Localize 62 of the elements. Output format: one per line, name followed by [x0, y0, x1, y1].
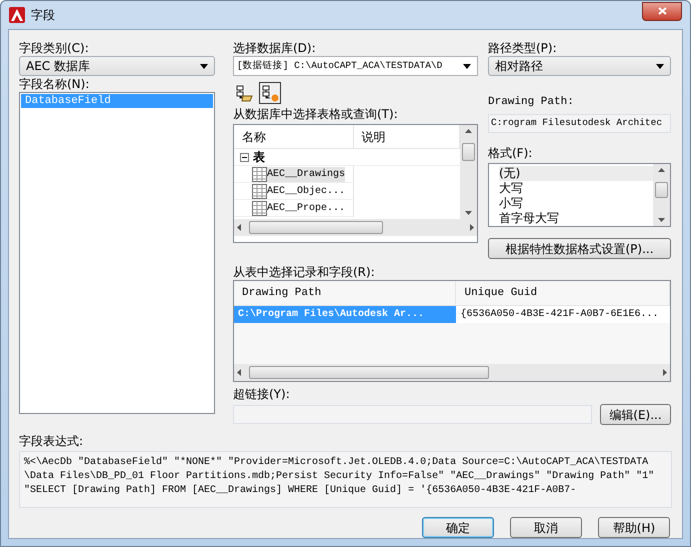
scroll-right-icon[interactable]	[470, 224, 474, 231]
scroll-thumb[interactable]	[249, 221, 383, 234]
scroll-up-icon[interactable]	[465, 129, 472, 133]
scroll-down-icon[interactable]	[465, 211, 472, 215]
caret-icon	[200, 64, 208, 68]
list-item[interactable]: 首字母大写	[499, 211, 653, 226]
format-label: 格式(F):	[488, 145, 534, 161]
scroll-left-icon[interactable]	[237, 369, 241, 376]
scroll-up-icon[interactable]	[658, 168, 665, 172]
caret-icon	[656, 64, 664, 68]
column-header[interactable]: Drawing Path	[234, 281, 456, 305]
new-link-button[interactable]	[259, 82, 281, 104]
tables-label: 从数据库中选择表格或查询(T):	[233, 106, 399, 122]
expression-label: 字段表达式:	[19, 433, 84, 449]
window-title: 字段	[31, 7, 55, 24]
expression-text: %<\AecDb "DatabaseField" "*NONE*" "Provider=Microsoft.Jet.OLEDB.4.0;Data Source=C:\AutoCAPT_ACA\TESTDATA \Data Files\DB_PD_01 Floor Partitions.mdb;Persist Security Info=False" "AEC__Drawings" "Drawing Path" "1" "SELECT [Drawing Path] FROM [AEC__Drawings] WHERE [Unique Guid] = '{6536A050-4B3E-421F-A0B7-	[19, 451, 672, 508]
close-icon	[658, 7, 666, 15]
format-settings-button[interactable]: 根据特性数据格式设置(P)...	[488, 238, 671, 259]
close-button[interactable]	[642, 2, 682, 20]
app-logo-icon	[9, 7, 25, 23]
edit-button[interactable]: 编辑(E)...	[600, 404, 671, 425]
collapse-icon[interactable]	[240, 152, 249, 162]
scroll-right-icon[interactable]	[663, 369, 667, 376]
tree-item[interactable]: AEC__Prope...	[252, 200, 346, 216]
drawing-path-label: Drawing Path:	[488, 95, 575, 110]
table-icon	[252, 166, 267, 182]
table-icon	[252, 184, 267, 198]
scroll-thumb[interactable]	[655, 182, 668, 198]
hyperlink-label: 超链接(Y):	[233, 386, 291, 402]
horizontal-scrollbar[interactable]	[234, 219, 477, 236]
list-item[interactable]: 大写	[499, 181, 653, 196]
path-type-label: 路径类型(P):	[488, 40, 558, 56]
vertical-scrollbar[interactable]	[460, 125, 477, 219]
scroll-down-icon[interactable]	[658, 218, 665, 222]
hyperlink-field[interactable]	[233, 405, 592, 424]
database-icon	[235, 84, 253, 102]
database-icon	[261, 84, 279, 102]
help-button[interactable]: 帮助(H)	[598, 517, 670, 538]
column-header[interactable]: Unique Guid	[456, 281, 670, 305]
drawing-path-field[interactable]: C:rogram Filesutodesk Architec	[488, 114, 671, 133]
scroll-left-icon[interactable]	[237, 224, 241, 231]
ok-button[interactable]: 确定	[422, 517, 494, 538]
path-type-dropdown[interactable]: 相对路径	[488, 56, 671, 76]
tree-item[interactable]: AEC__Objec...	[252, 184, 346, 198]
column-header[interactable]: 名称	[234, 125, 354, 149]
database-label: 选择数据库(D):	[233, 40, 317, 56]
scroll-thumb[interactable]	[462, 143, 476, 161]
field-category-dropdown[interactable]: AEC 数据库	[19, 56, 215, 76]
tree-item[interactable]: AEC__Drawings	[252, 166, 346, 182]
database-dropdown[interactable]: [数据链接] C:\AutoCAPT_ACA\TESTDATA\D	[233, 56, 478, 76]
vertical-scrollbar[interactable]	[653, 164, 670, 226]
field-name-label: 字段名称(N):	[19, 76, 90, 92]
table-icon	[252, 200, 267, 216]
horizontal-scrollbar[interactable]	[234, 364, 670, 381]
caret-icon	[463, 64, 471, 68]
tree-group-label[interactable]: 表	[253, 148, 265, 166]
cancel-button[interactable]: 取消	[510, 517, 582, 538]
records-label: 从表中选择记录和字段(R):	[233, 264, 376, 280]
list-item[interactable]: (无)	[499, 166, 653, 181]
list-item[interactable]: 小写	[499, 196, 653, 211]
scroll-thumb[interactable]	[249, 366, 489, 379]
field-category-label: 字段类别(C):	[19, 40, 90, 56]
